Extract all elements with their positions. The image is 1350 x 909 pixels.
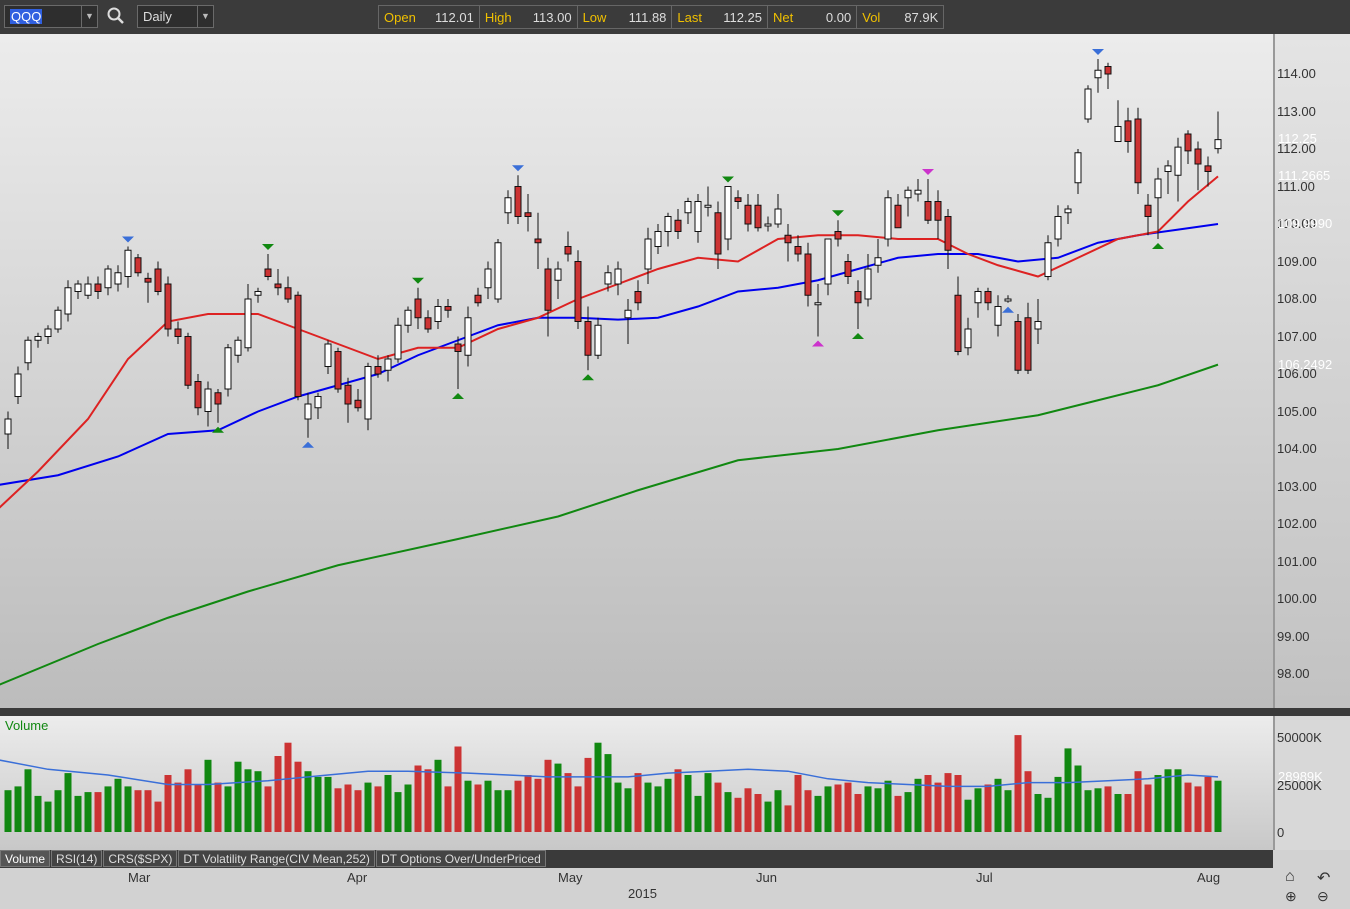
quote-label: Net <box>773 9 794 25</box>
chevron-down-icon[interactable]: ▼ <box>197 6 213 27</box>
quote-value: 87.9K <box>904 9 939 25</box>
period-value: Daily <box>143 9 172 24</box>
tab-dt-volatility-range[interactable]: DT Volatility Range(CIV Mean,252) <box>178 850 375 867</box>
price-tick: 104.00 <box>1277 441 1317 456</box>
quote-vol: Vol 87.9K <box>857 6 943 28</box>
price-tick: 105.00 <box>1277 403 1317 419</box>
nav-controls: ⌂ ↶ ⊕ ⊖ <box>1273 850 1350 909</box>
price-tick: 109.00 <box>1277 253 1317 269</box>
price-tick: 100.00 <box>1277 591 1317 606</box>
tab-crs[interactable]: CRS($SPX) <box>103 850 178 867</box>
price-chart-area[interactable] <box>0 34 1273 708</box>
quote-label: Open <box>384 9 416 25</box>
home-icon[interactable]: ⌂ <box>1285 868 1295 886</box>
quote-value: 112.01 <box>435 9 474 25</box>
tab-dt-options[interactable]: DT Options Over/UnderPriced <box>375 850 546 867</box>
indicator-tabs: Volume RSI(14) CRS($SPX) DT Volatility R… <box>0 850 1273 868</box>
volume-title: Volume <box>5 718 49 733</box>
quote-low: Low 111.88 <box>578 6 673 28</box>
volume-tick: 50000K <box>1277 730 1322 745</box>
undo-icon[interactable]: ↶ <box>1317 868 1330 888</box>
month-label: Mar <box>128 870 151 885</box>
tab-volume[interactable]: Volume <box>0 850 51 867</box>
tab-rsi[interactable]: RSI(14) <box>51 850 103 867</box>
ma50-badge: 109.9990 <box>1278 216 1333 231</box>
price-tick: 98.00 <box>1277 666 1310 681</box>
last-price-badge: 112.25 <box>1278 131 1317 146</box>
quote-last: Last 112.25 <box>672 6 768 28</box>
price-tick: 102.00 <box>1277 516 1317 531</box>
quote-value: 111.88 <box>628 9 667 25</box>
month-label: Jun <box>756 870 777 885</box>
chevron-down-icon[interactable]: ▼ <box>81 6 97 27</box>
quote-value: 0.00 <box>825 9 852 25</box>
zoom-out-icon[interactable]: ⊖ <box>1317 888 1329 905</box>
volume-panel[interactable] <box>0 716 1273 850</box>
zoom-in-icon[interactable]: ⊕ <box>1285 888 1297 905</box>
quote-value: 113.00 <box>532 9 572 25</box>
quote-label: High <box>484 9 512 25</box>
price-tick: 103.00 <box>1277 478 1317 494</box>
price-tick: 114.00 <box>1277 66 1316 81</box>
quote-label: Last <box>677 9 702 25</box>
quote-label: Low <box>582 9 607 25</box>
price-tick: 107.00 <box>1277 328 1317 344</box>
date-axis[interactable]: Mar Apr May Jun Jul Aug 2015 <box>0 868 1273 909</box>
month-label: Apr <box>347 870 368 885</box>
quote-bar: Open 112.01 High 113.00 Low 111.88 Last 112.… <box>378 5 945 29</box>
ma200-badge: 106.2492 <box>1278 357 1333 372</box>
quote-value: 112.25 <box>723 9 762 25</box>
price-tick: 99.00 <box>1277 628 1310 644</box>
volume-badge: 28989K <box>1278 769 1323 784</box>
quote-label: Vol <box>862 9 881 25</box>
toolbar: QQQ ▼ Daily ▼ Open 112.01 High 113.00 Low 111… <box>0 0 1350 34</box>
quote-open: Open 112.01 <box>379 6 480 28</box>
panel-divider[interactable] <box>0 708 1350 716</box>
price-tick: 101.00 <box>1277 553 1317 569</box>
month-label: Jul <box>976 870 993 885</box>
ma20-badge: 111.2665 <box>1278 168 1331 183</box>
year-label: 2015 <box>628 886 657 901</box>
symbol-input[interactable]: QQQ ▼ <box>4 5 98 28</box>
quote-net: Net 0.00 <box>768 6 858 28</box>
symbol-value[interactable]: QQQ <box>10 9 43 24</box>
period-select[interactable]: Daily ▼ <box>137 5 214 28</box>
month-label: May <box>558 870 583 885</box>
month-label: Aug <box>1197 870 1221 885</box>
price-tick: 108.00 <box>1277 291 1317 306</box>
search-icon[interactable] <box>106 6 126 26</box>
price-tick: 113.00 <box>1277 103 1316 119</box>
volume-tick: 0 <box>1277 825 1285 840</box>
quote-high: High 113.00 <box>480 6 578 28</box>
